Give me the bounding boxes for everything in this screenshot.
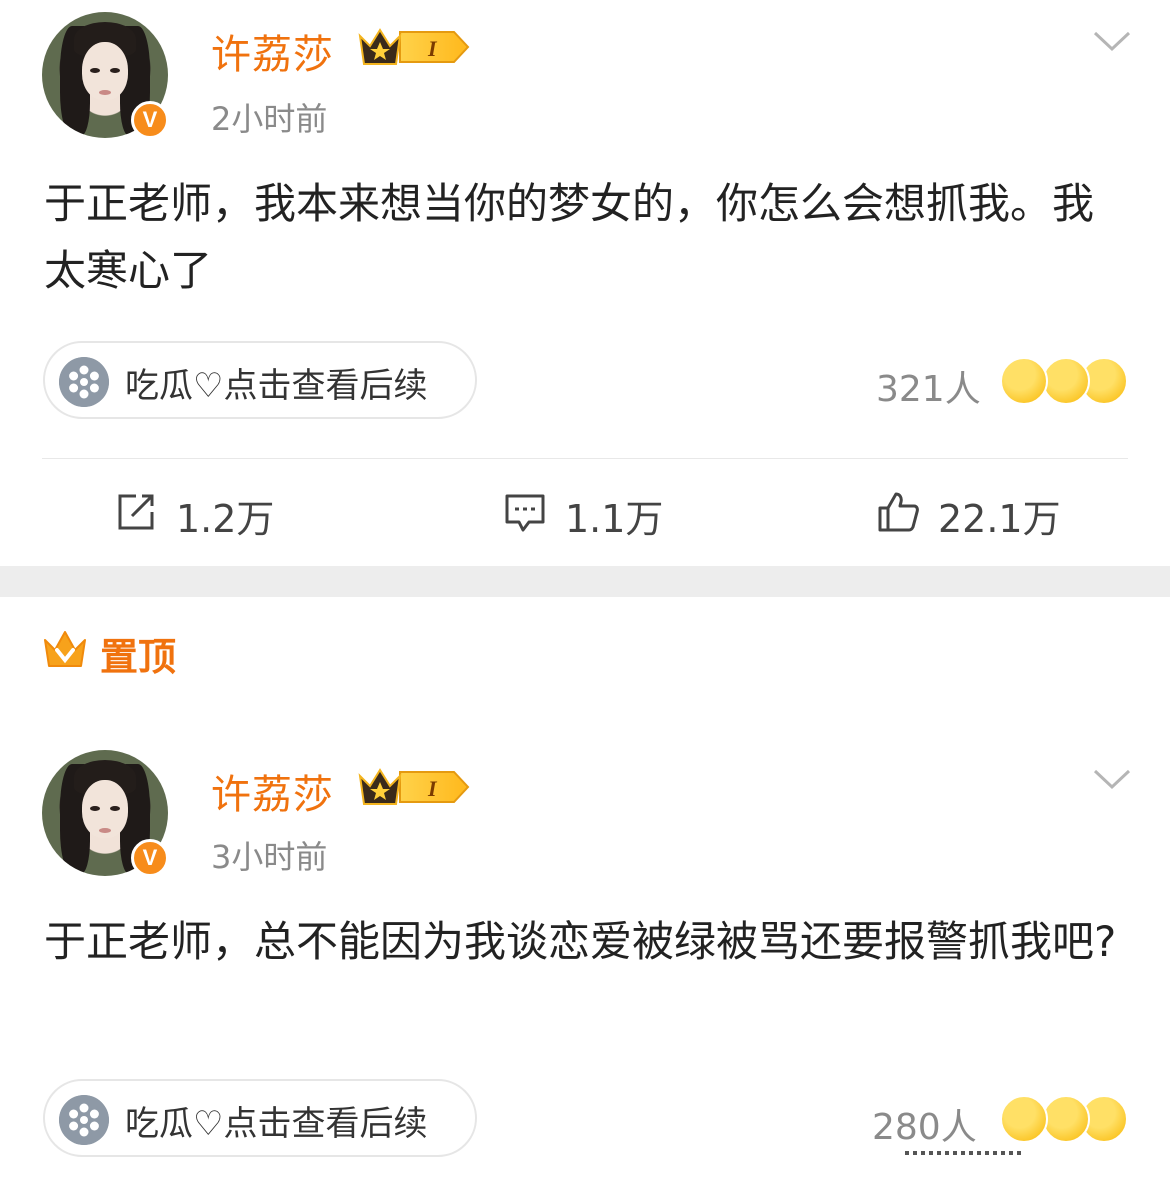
repost-count: 1.2万 — [176, 497, 275, 541]
laughing-emoji-icon — [1000, 1095, 1048, 1143]
username[interactable]: 许荔莎 — [211, 762, 334, 820]
topic-pill-button[interactable]: 吃瓜♡点击查看后续 — [43, 341, 477, 419]
verified-badge-icon: V — [131, 101, 169, 139]
post-time: 3小时前 — [211, 838, 328, 876]
divider — [42, 458, 1128, 459]
feed-post: V 许荔莎 I 3小时前 于正老师，总不能因为我谈恋爱被绿被骂还要报警抓我吧? … — [0, 748, 1170, 1185]
melon-flower-icon — [59, 1095, 109, 1145]
vip-level-text: I — [427, 776, 438, 801]
feed-separator — [0, 566, 1170, 597]
topic-pill-label: 吃瓜♡点击查看后续 — [125, 1104, 428, 1144]
post-content: 于正老师，我本来想当你的梦女的，你怎么会想抓我。我太寒心了 — [44, 179, 1095, 295]
reaction-count[interactable]: 280人 — [872, 1098, 977, 1150]
crown-icon — [44, 631, 86, 667]
like-count: 22.1万 — [938, 497, 1061, 541]
feed-post: V 许荔莎 I 2小时前 于正老师，我本来想当你的梦女的，你怎么会想抓我。我太寒… — [0, 0, 1170, 566]
repost-icon — [118, 494, 154, 530]
thumbs-up-icon — [878, 492, 919, 532]
vip-level-text: I — [427, 36, 438, 61]
laughing-emoji-icon — [1000, 357, 1048, 405]
username[interactable]: 许荔莎 — [211, 22, 334, 80]
shocked-emoji-icon — [1042, 357, 1090, 405]
melon-flower-icon — [59, 357, 109, 407]
vip-level-badge-icon[interactable]: I — [356, 764, 472, 810]
post-content: 于正老师，总不能因为我谈恋爱被绿被骂还要报警抓我吧? — [44, 917, 1117, 966]
verified-badge-icon: V — [131, 839, 169, 877]
comment-count: 1.1万 — [565, 497, 664, 541]
watermark-dots-icon — [905, 1151, 1021, 1155]
topic-pill-label: 吃瓜♡点击查看后续 — [125, 366, 428, 406]
comment-icon — [505, 494, 545, 532]
topic-pill-button[interactable]: 吃瓜♡点击查看后续 — [43, 1079, 477, 1157]
post-time: 2小时前 — [211, 100, 328, 138]
laugh-cry-emoji-icon — [1042, 1095, 1090, 1143]
vip-level-badge-icon[interactable]: I — [356, 24, 472, 70]
chevron-down-icon[interactable] — [1093, 30, 1131, 52]
pinned-label: 置顶 — [100, 635, 177, 679]
chevron-down-icon[interactable] — [1093, 768, 1131, 790]
reaction-count[interactable]: 321人 — [876, 360, 981, 412]
